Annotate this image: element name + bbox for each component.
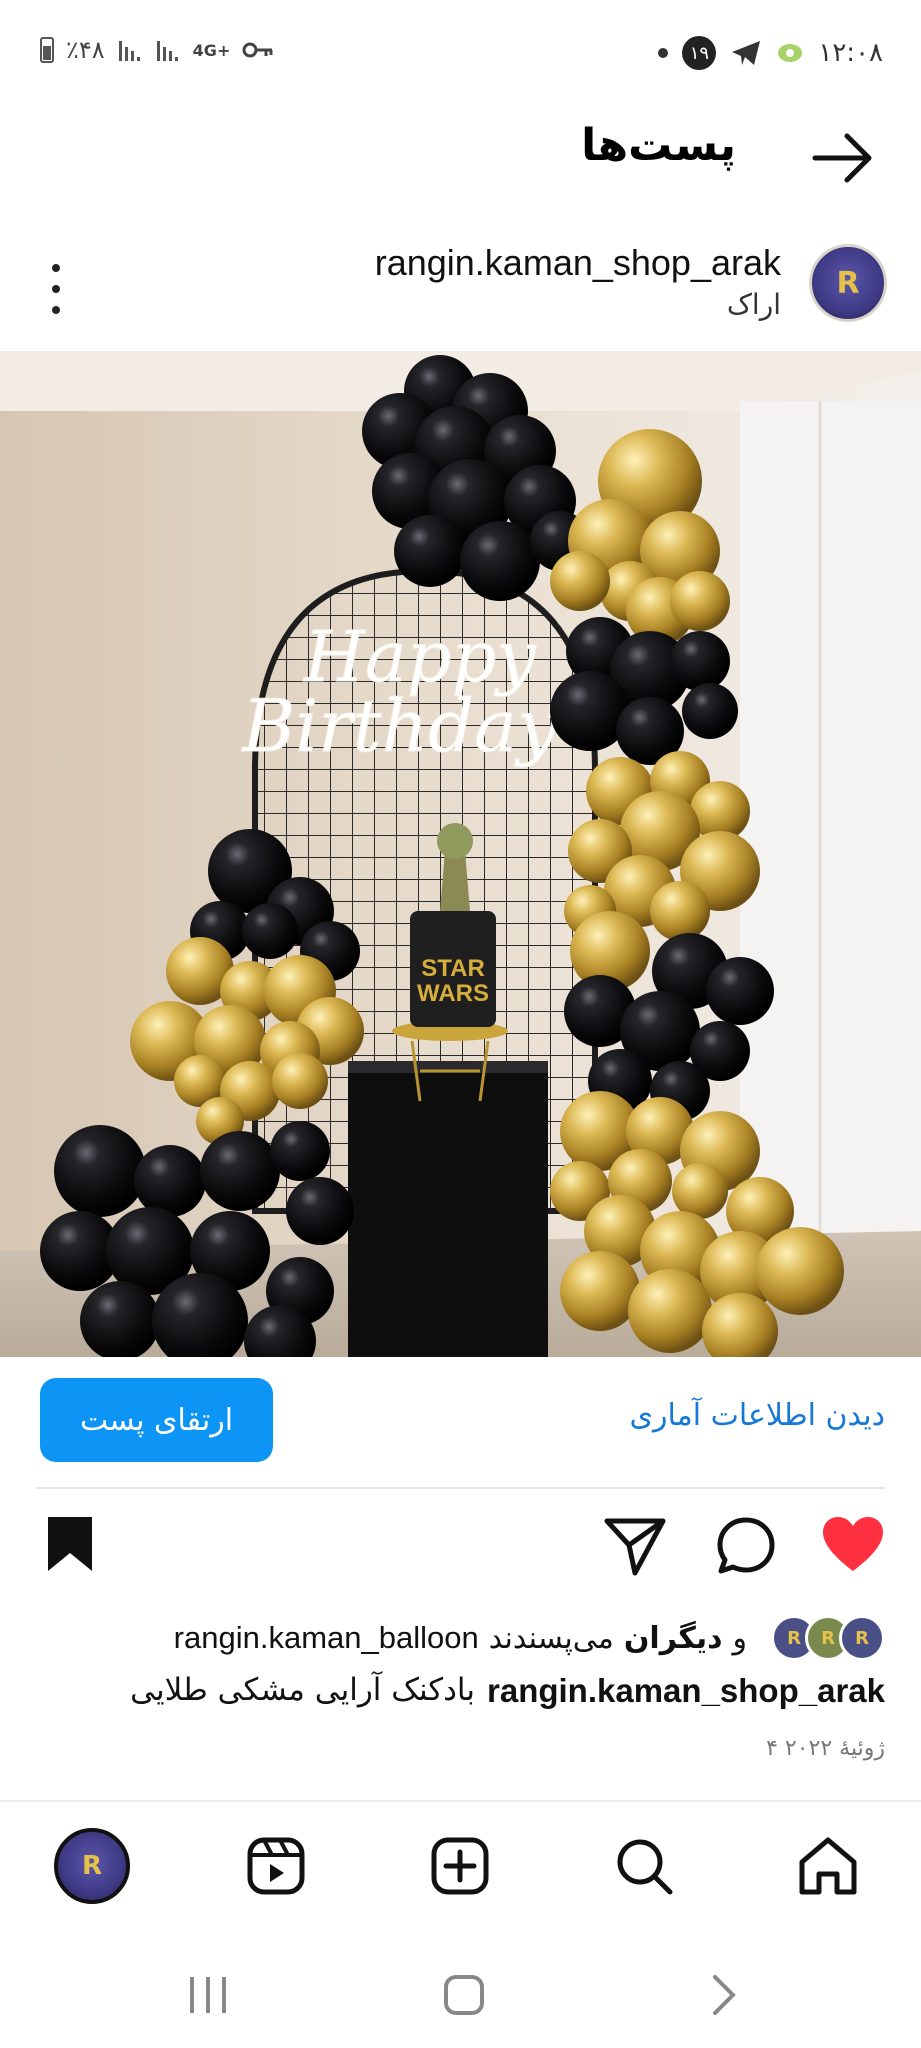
nav-create[interactable] bbox=[420, 1826, 500, 1906]
gold-balloon bbox=[272, 1053, 328, 1109]
black-balloon bbox=[200, 1131, 280, 1211]
black-balloon bbox=[286, 1177, 354, 1245]
gold-balloon bbox=[650, 881, 710, 941]
post-header: R rangin.kaman_shop_arak اراک bbox=[0, 236, 921, 346]
post-date: ۴ ژوئیهٔ ۲۰۲۲ bbox=[766, 1736, 885, 1761]
gold-balloon bbox=[672, 1163, 728, 1219]
status-bar: ٪۴۸ 4G+ ۱۹ ۱۲:۰۸ bbox=[0, 0, 921, 110]
black-balloon bbox=[134, 1145, 206, 1217]
bottom-divider bbox=[0, 1800, 921, 1802]
black-balloon bbox=[460, 521, 540, 601]
caption-text: بادکنک آرایی مشکی طلایی bbox=[130, 1672, 475, 1708]
liked-suffix: می‌پسندند bbox=[488, 1620, 614, 1656]
boost-post-button[interactable]: ارتقای پست bbox=[40, 1378, 273, 1462]
vpn-key-icon bbox=[242, 42, 273, 58]
cake-text-line1: STAR bbox=[421, 955, 485, 982]
nav-search[interactable] bbox=[604, 1826, 684, 1906]
profile-avatar: R bbox=[54, 1828, 130, 1904]
likes-text: و دیگران می‌پسندند rangin.kaman_balloon bbox=[174, 1620, 747, 1656]
status-left: ٪۴۸ 4G+ bbox=[40, 36, 274, 64]
divider bbox=[36, 1487, 885, 1489]
arrow-right-icon[interactable] bbox=[809, 128, 879, 188]
black-balloon bbox=[54, 1125, 146, 1217]
others-word[interactable]: دیگران bbox=[624, 1621, 723, 1656]
post-author-avatar[interactable]: R bbox=[809, 244, 887, 322]
signal-icon bbox=[156, 41, 178, 61]
liked-by-username[interactable]: rangin.kaman_balloon bbox=[174, 1620, 479, 1656]
dot-icon bbox=[658, 48, 669, 58]
search-icon bbox=[617, 1839, 673, 1895]
post-caption: rangin.kaman_shop_arak بادکنک آرایی مشکی… bbox=[130, 1672, 885, 1710]
reels-icon bbox=[247, 1837, 305, 1895]
share-icon[interactable] bbox=[603, 1515, 667, 1577]
status-right: ۱۹ ۱۲:۰۸ bbox=[658, 36, 883, 70]
bottom-navigation: R bbox=[0, 1812, 921, 1922]
cake-text-line2: WARS bbox=[417, 980, 489, 1007]
battery-level: ٪۴۸ bbox=[66, 36, 105, 64]
gold-balloon bbox=[628, 1269, 712, 1353]
liker-avatar: R bbox=[839, 1615, 885, 1661]
telegram-icon bbox=[732, 41, 761, 65]
gold-balloon bbox=[560, 1251, 640, 1331]
more-options-icon[interactable] bbox=[46, 264, 66, 314]
view-insights-link[interactable]: دیدن اطلاعات آماری bbox=[630, 1398, 885, 1433]
black-balloon bbox=[706, 957, 774, 1025]
home-button-icon[interactable] bbox=[434, 1970, 494, 2020]
battery-icon bbox=[40, 37, 54, 63]
neon-sign-line2: Birthday bbox=[240, 684, 559, 768]
black-balloon bbox=[682, 683, 738, 739]
post-author-username[interactable]: rangin.kaman_shop_arak bbox=[375, 242, 781, 284]
balloon-arch-photo: Happy Birthday STAR WARS bbox=[0, 351, 921, 1357]
likes-row[interactable]: R R R و دیگران می‌پسندند rangin.kaman_ba… bbox=[174, 1610, 885, 1666]
signal-icon bbox=[118, 41, 140, 61]
nav-profile[interactable]: R bbox=[52, 1826, 132, 1906]
bookmark-icon[interactable] bbox=[46, 1515, 94, 1573]
black-balloon bbox=[242, 903, 298, 959]
nav-home[interactable] bbox=[788, 1826, 868, 1906]
black-balloon bbox=[670, 631, 730, 691]
comment-icon[interactable] bbox=[715, 1515, 777, 1577]
top-app-bar: پست‌ها bbox=[0, 110, 921, 230]
app-icon bbox=[778, 44, 803, 62]
page-title: پست‌ها bbox=[581, 120, 736, 171]
gold-balloon bbox=[550, 551, 610, 611]
post-actions bbox=[0, 1515, 921, 1581]
nav-reels[interactable] bbox=[236, 1826, 316, 1906]
promo-row: ارتقای پست دیدن اطلاعات آماری bbox=[0, 1378, 921, 1464]
create-icon bbox=[431, 1837, 489, 1895]
clock: ۱۲:۰۸ bbox=[818, 38, 883, 68]
post-location[interactable]: اراک bbox=[727, 288, 781, 321]
gold-balloon bbox=[756, 1227, 844, 1315]
system-navigation bbox=[0, 1945, 921, 2045]
post-image[interactable]: Happy Birthday STAR WARS bbox=[0, 351, 921, 1357]
home-icon bbox=[799, 1837, 857, 1895]
recent-apps-icon[interactable] bbox=[178, 1970, 238, 2020]
caption-username[interactable]: rangin.kaman_shop_arak bbox=[487, 1672, 885, 1710]
and-word: و bbox=[732, 1620, 748, 1656]
notification-badge-icon: ۱۹ bbox=[682, 36, 717, 70]
network-4g-icon: 4G+ bbox=[192, 40, 231, 60]
gold-balloon bbox=[670, 571, 730, 631]
back-chevron-icon[interactable] bbox=[694, 1970, 754, 2020]
avatar-initial: R bbox=[836, 265, 860, 301]
liker-avatars: R R R bbox=[771, 1615, 885, 1661]
black-balloon bbox=[270, 1121, 330, 1181]
heart-icon[interactable] bbox=[821, 1515, 885, 1575]
black-balloon bbox=[394, 515, 466, 587]
